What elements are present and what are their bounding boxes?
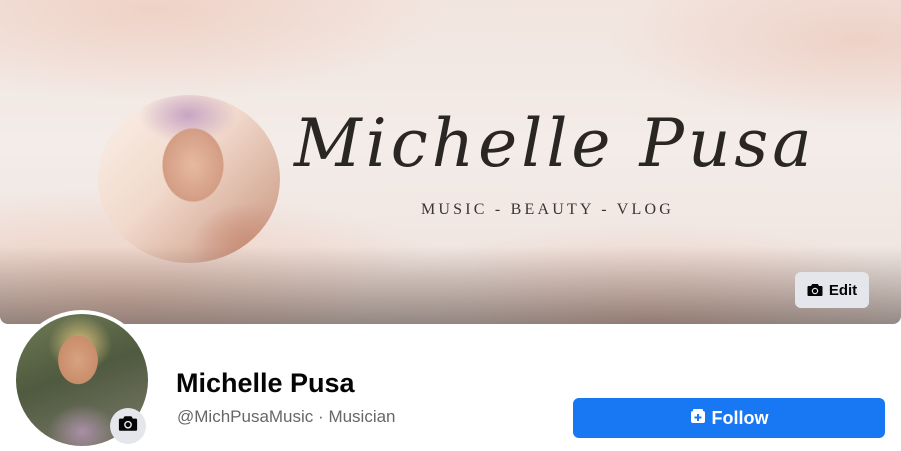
cover-brand-title: Michelle Pusa [293, 105, 810, 182]
camera-icon [807, 283, 823, 297]
page-title: Michelle Pusa [176, 368, 355, 398]
follow-label: Follow [711, 407, 769, 428]
page-meta: @MichPusaMusic · Musician [177, 407, 396, 427]
cover-gradient [0, 246, 901, 324]
follow-icon [690, 408, 706, 429]
camera-icon [118, 415, 138, 437]
edit-cover-label: Edit [828, 281, 858, 299]
meta-separator: · [318, 407, 324, 426]
follow-button[interactable]: Follow [573, 398, 885, 438]
cover-tagline: MUSIC - BEAUTY - VLOG [421, 201, 674, 218]
cover-portrait-image [98, 95, 280, 263]
update-avatar-button[interactable] [110, 408, 146, 444]
cover-photo[interactable]: Michelle Pusa MUSIC - BEAUTY - VLOG Edit [0, 0, 901, 324]
edit-cover-button[interactable]: Edit [795, 272, 869, 308]
page-handle: @MichPusaMusic [177, 407, 314, 426]
page-category: Musician [328, 407, 396, 426]
cover-brand-name: Michelle Pusa [293, 105, 810, 182]
